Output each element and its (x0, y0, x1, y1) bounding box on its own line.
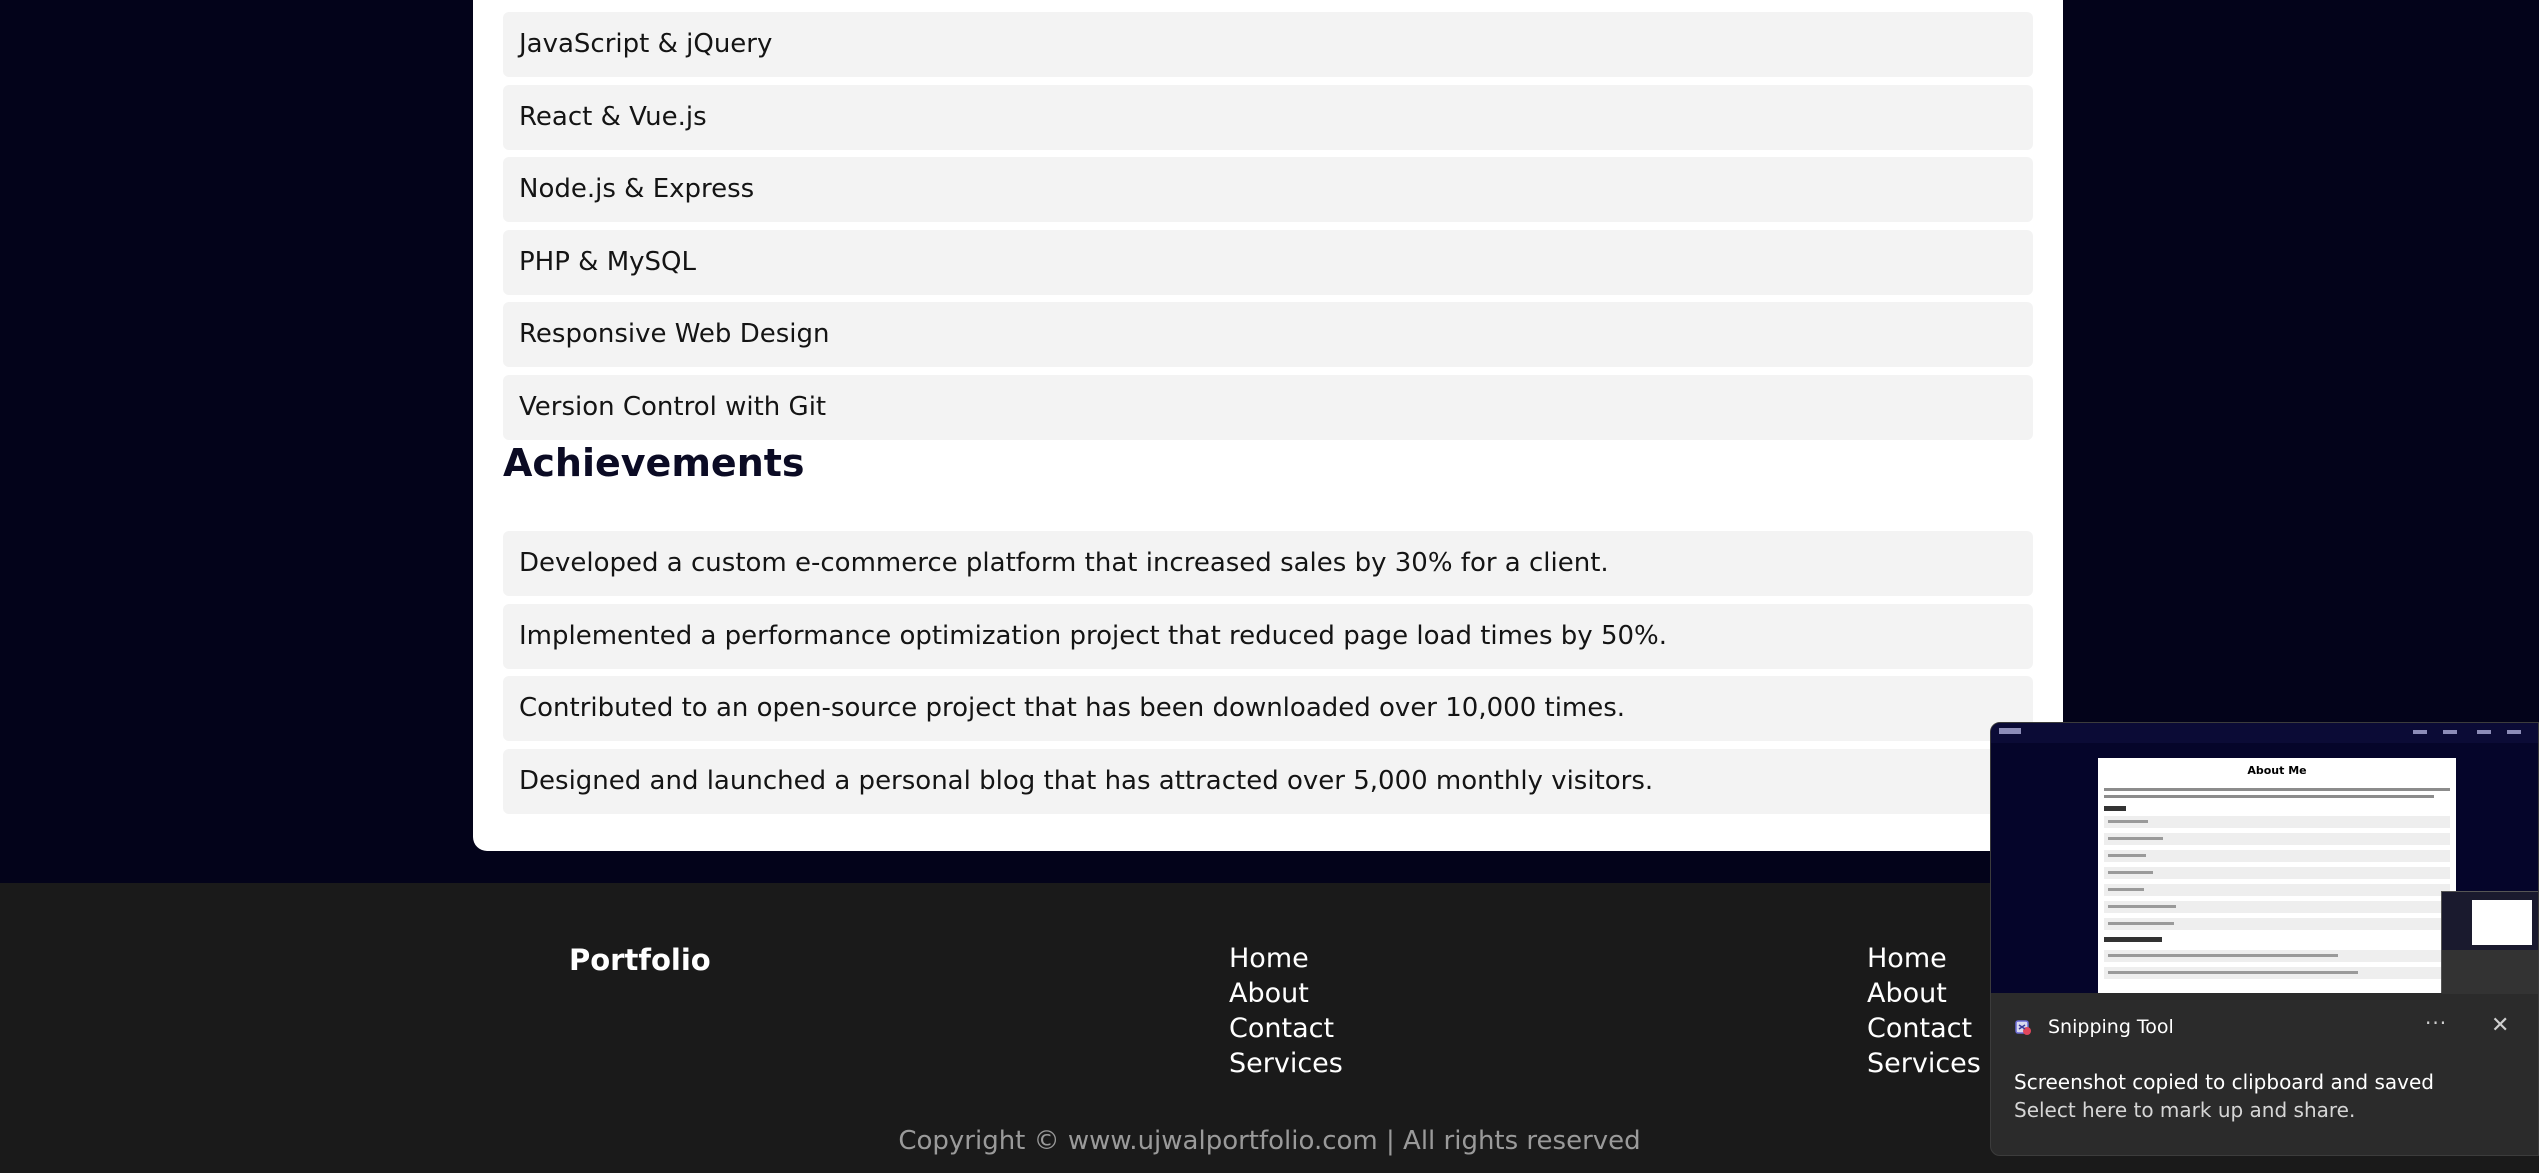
footer-link-about[interactable]: About (1229, 976, 1343, 1011)
thumbnail-nav-link (2413, 730, 2427, 734)
skill-item: PHP & MySQL (503, 230, 2033, 295)
thumbnail-bar (2104, 816, 2450, 828)
achievement-item: Developed a custom e-commerce platform t… (503, 531, 2033, 596)
thumbnail-bar (2104, 867, 2450, 879)
thumbnail-nav-link (2507, 730, 2521, 734)
thumbnail-bar (2104, 950, 2450, 962)
skill-item: React & Vue.js (503, 85, 2033, 150)
snipping-tool-icon (2015, 1020, 2031, 1035)
thumbnail-bar (2104, 967, 2450, 979)
footer-link-contact[interactable]: Contact (1229, 1011, 1343, 1046)
thumbnail-title: About Me (2247, 764, 2307, 777)
skill-item: Version Control with Git (503, 375, 2033, 440)
toast-submessage[interactable]: Select here to mark up and share. (2014, 1098, 2355, 1122)
footer-links-secondary: Home About Contact Services (1867, 941, 1981, 1081)
toast-app-name: Snipping Tool (2048, 1016, 2174, 1038)
thumbnail-text-line (2104, 788, 2450, 791)
thumbnail-nav-link (2443, 730, 2457, 734)
thumbnail-bar (2104, 884, 2450, 896)
footer-link-contact[interactable]: Contact (1867, 1011, 1981, 1046)
footer-link-home[interactable]: Home (1229, 941, 1343, 976)
thumbnail-heading (2104, 937, 2162, 942)
more-horizontal-icon[interactable]: ··· (2425, 1011, 2447, 1035)
thumbnail-bar (2104, 918, 2450, 930)
thumbnail-bar (2104, 833, 2450, 845)
page: JavaScript & jQuery React & Vue.js Node.… (0, 0, 2539, 1173)
thumbnail-bar (2104, 850, 2450, 862)
achievements-heading: Achievements (503, 441, 805, 485)
footer-link-home[interactable]: Home (1867, 941, 1981, 976)
screenshot-thumbnail[interactable]: About Me (1991, 723, 2538, 994)
thumbnail-nav-link (2477, 730, 2491, 734)
toast-message: Screenshot copied to clipboard and saved (2014, 1070, 2434, 1094)
skill-item: Responsive Web Design (503, 302, 2033, 367)
thumbnail-bar (2104, 901, 2450, 913)
thumbnail-nested-preview (2441, 891, 2538, 994)
footer-link-services[interactable]: Services (1867, 1046, 1981, 1081)
thumbnail-logo (1999, 728, 2021, 734)
thumbnail-navbar (1991, 723, 2538, 743)
footer-brand[interactable]: Portfolio (569, 943, 711, 977)
footer-link-about[interactable]: About (1867, 976, 1981, 1011)
skill-item: JavaScript & jQuery (503, 12, 2033, 77)
close-icon[interactable]: ✕ (2491, 1013, 2509, 1038)
snipping-tool-notification[interactable]: About Me Snipping Tool ··· ✕ Screenshot … (1990, 722, 2539, 1156)
achievement-item: Contributed to an open-source project th… (503, 676, 2033, 741)
thumbnail-text-line (2104, 795, 2434, 798)
footer-links-primary: Home About Contact Services (1229, 941, 1343, 1081)
achievement-item: Designed and launched a personal blog th… (503, 749, 2033, 814)
thumbnail-card: About Me (2098, 758, 2456, 993)
achievement-item: Implemented a performance optimization p… (503, 604, 2033, 669)
about-card: JavaScript & jQuery React & Vue.js Node.… (473, 0, 2063, 851)
footer-link-services[interactable]: Services (1229, 1046, 1343, 1081)
skill-item: Node.js & Express (503, 157, 2033, 222)
thumbnail-heading (2104, 806, 2126, 811)
